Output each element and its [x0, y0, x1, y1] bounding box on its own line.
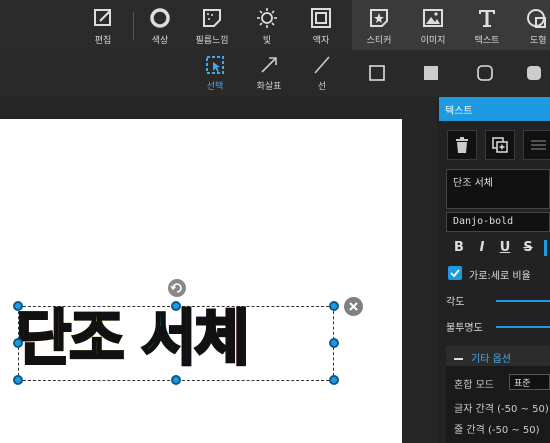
resize-handle-top-right[interactable] — [329, 301, 339, 311]
square-filled-icon — [424, 66, 438, 80]
tool-shape[interactable]: 도형 — [516, 6, 550, 48]
toolbar-divider — [133, 12, 134, 40]
aspect-ratio-label: 가로:세로 비율 — [469, 271, 531, 282]
resize-handle-bottom-left[interactable] — [13, 375, 23, 385]
aspect-ratio-checkbox[interactable] — [448, 266, 462, 280]
select-icon — [206, 56, 224, 74]
tool-color[interactable]: 색상 — [137, 6, 183, 48]
shape-icon — [527, 9, 546, 28]
italic-button[interactable]: I — [472, 240, 492, 258]
more-options-section: 기타 옵션 혼합 모드 표준 글자 간격 (-50 ~ 50) 줄 간격 (-5… — [446, 346, 550, 443]
subtool-line[interactable]: 선 — [302, 54, 342, 94]
resize-handle-top-left[interactable] — [13, 301, 23, 311]
tool-frame[interactable]: 액자 — [298, 6, 344, 48]
film-icon — [203, 9, 221, 27]
canvas-text-content: 단조 서체 — [15, 303, 252, 376]
align-icon — [531, 140, 546, 150]
tool-edit-label: 편집 — [94, 36, 112, 46]
rounded-square-icon — [477, 65, 493, 81]
subtool-select[interactable]: 선택 — [195, 54, 235, 94]
workspace — [0, 97, 437, 443]
resize-handle-bottom-right[interactable] — [329, 375, 339, 385]
line-spacing-label: 줄 간격 (-50 ~ 50) — [454, 425, 540, 436]
tool-film[interactable]: 필름느낌 — [189, 6, 235, 48]
angle-label: 각도 — [446, 297, 465, 308]
font-select[interactable]: Danjo-bold — [446, 212, 550, 232]
subtool-arrow-label: 화살표 — [256, 82, 282, 92]
tool-image[interactable]: 이미지 — [410, 6, 456, 48]
text-properties-panel: 텍스트 단조 서체 Danjo-bold B I U S 가로:세로 비율 각도… — [437, 97, 550, 443]
text-icon — [479, 10, 495, 27]
align-button[interactable] — [523, 130, 550, 160]
opacity-row: 불투명도 — [446, 319, 550, 334]
tool-image-label: 이미지 — [420, 36, 446, 46]
light-icon — [257, 8, 277, 28]
duplicate-button[interactable] — [485, 130, 515, 160]
blend-mode-select[interactable]: 표준 — [509, 374, 550, 390]
checkmark-icon — [450, 269, 460, 278]
aspect-ratio-row[interactable]: 가로:세로 비율 — [448, 265, 550, 283]
tool-film-label: 필름느낌 — [195, 36, 229, 46]
trash-icon — [456, 137, 468, 153]
letter-spacing-label: 글자 간격 (-50 ~ 50) — [454, 404, 549, 415]
panel-header: 텍스트 — [439, 97, 550, 121]
subtool-arrow[interactable]: 화살표 — [249, 54, 289, 94]
tool-shape-label: 도형 — [530, 36, 547, 46]
opacity-label: 불투명도 — [446, 323, 483, 334]
collapse-icon — [454, 358, 463, 360]
subtool-rounded-square[interactable] — [465, 54, 505, 94]
arrow-icon — [261, 57, 277, 73]
format-more-indicator — [544, 240, 547, 256]
tool-sticker[interactable]: 스티커 — [356, 6, 402, 48]
blend-mode-label: 혼합 모드 — [454, 380, 494, 391]
delete-object-button[interactable] — [344, 297, 363, 316]
subtool-square-outline[interactable] — [357, 54, 397, 94]
close-icon — [349, 302, 358, 311]
tool-frame-label: 액자 — [312, 36, 330, 46]
app-window: 편집 색상 필름느낌 빛 액자 스티커 이미지 텍스트 도형 선택 화살표 선 … — [0, 0, 550, 443]
text-content-field[interactable]: 단조 서체 — [446, 169, 550, 209]
subtool-line-label: 선 — [317, 82, 327, 92]
edit-icon — [94, 9, 111, 26]
subtool-square-filled[interactable] — [411, 54, 451, 94]
angle-row: 각도 — [446, 293, 550, 308]
more-options-header[interactable]: 기타 옵션 — [446, 346, 550, 366]
tool-light[interactable]: 빛 — [244, 6, 290, 48]
tool-sticker-label: 스티커 — [366, 36, 392, 46]
subtool-select-label: 선택 — [206, 82, 224, 92]
more-options-label: 기타 옵션 — [471, 354, 511, 365]
angle-slider[interactable] — [496, 300, 550, 302]
sticker-icon — [370, 9, 388, 27]
line-icon — [314, 56, 330, 74]
underline-button[interactable]: U — [495, 240, 515, 258]
delete-button[interactable] — [447, 130, 477, 160]
rotate-handle[interactable] — [168, 279, 186, 297]
canvas[interactable] — [0, 119, 402, 443]
tool-light-label: 빛 — [262, 36, 272, 46]
opacity-slider[interactable] — [496, 326, 550, 328]
strikethrough-button[interactable]: S — [518, 240, 538, 258]
shape-subtoolbar: 선택 화살표 선 — [0, 50, 550, 97]
main-toolbar: 편집 색상 필름느낌 빛 액자 스티커 이미지 텍스트 도형 — [0, 0, 550, 50]
frame-icon — [311, 8, 331, 28]
tool-text[interactable]: 텍스트 — [464, 6, 510, 48]
image-icon — [423, 9, 443, 27]
bold-button[interactable]: B — [449, 240, 469, 258]
square-outline-icon — [369, 65, 385, 81]
rotate-icon — [170, 283, 182, 293]
rounded-square-filled-icon — [527, 66, 541, 80]
resize-handle-top-center[interactable] — [171, 301, 181, 311]
subtool-rounded-square-filled[interactable] — [518, 54, 550, 94]
tool-color-label: 색상 — [151, 36, 169, 46]
resize-handle-middle-left[interactable] — [13, 338, 23, 348]
color-circle-icon — [150, 8, 170, 28]
duplicate-icon — [492, 137, 508, 153]
resize-handle-bottom-center[interactable] — [171, 375, 181, 385]
tool-edit[interactable]: 편집 — [80, 6, 126, 48]
tool-text-label: 텍스트 — [474, 36, 500, 46]
resize-handle-middle-right[interactable] — [329, 338, 339, 348]
